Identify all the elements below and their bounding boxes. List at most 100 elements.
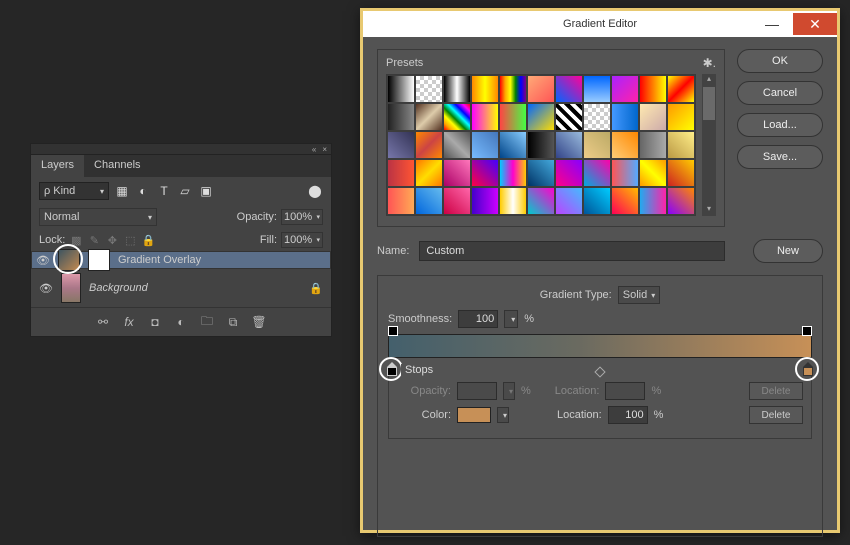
lock-all-icon[interactable]: 🔒 bbox=[141, 233, 155, 247]
presets-scrollbar[interactable]: ▴▾ bbox=[702, 74, 716, 216]
preset-swatch[interactable] bbox=[443, 75, 471, 103]
smoothness-stepper[interactable]: ▾ bbox=[504, 310, 518, 328]
dialog-titlebar[interactable]: Gradient Editor — ✕ bbox=[363, 11, 837, 37]
layer-name[interactable]: Background bbox=[89, 282, 148, 294]
trash-icon[interactable]: 🗑 bbox=[251, 314, 267, 330]
preset-swatch[interactable] bbox=[583, 131, 611, 159]
preset-swatch[interactable] bbox=[415, 103, 443, 131]
preset-swatch[interactable] bbox=[443, 187, 471, 215]
preset-swatch[interactable] bbox=[471, 131, 499, 159]
preset-swatch[interactable] bbox=[499, 159, 527, 187]
layer-row-gradient-overlay[interactable]: 👁 Gradient Overlay bbox=[31, 251, 331, 269]
filter-type-icon[interactable]: T bbox=[156, 183, 172, 199]
filter-kind-select[interactable]: ρKind▾ bbox=[39, 182, 109, 200]
preset-swatch[interactable] bbox=[527, 131, 555, 159]
filter-toggle-icon[interactable]: ⬤ bbox=[307, 183, 323, 199]
close-icon[interactable]: × bbox=[322, 145, 327, 154]
preset-swatch[interactable] bbox=[555, 187, 583, 215]
preset-swatch[interactable] bbox=[471, 159, 499, 187]
opacity-stop-left[interactable] bbox=[388, 326, 398, 336]
preset-swatch[interactable] bbox=[667, 159, 695, 187]
color-stop-right[interactable] bbox=[802, 362, 814, 376]
layer-thumbnail[interactable] bbox=[61, 273, 81, 303]
opacity-stepper[interactable]: ▾ bbox=[503, 382, 515, 400]
preset-swatch[interactable] bbox=[443, 159, 471, 187]
layer-thumbnail[interactable] bbox=[58, 249, 80, 271]
cancel-button[interactable]: Cancel bbox=[737, 81, 823, 105]
preset-swatch[interactable] bbox=[387, 131, 415, 159]
preset-swatch[interactable] bbox=[611, 187, 639, 215]
tab-layers[interactable]: Layers bbox=[31, 155, 84, 177]
new-button[interactable]: New bbox=[753, 239, 823, 263]
preset-swatch[interactable] bbox=[415, 75, 443, 103]
tab-channels[interactable]: Channels bbox=[84, 155, 150, 177]
color-swatch[interactable] bbox=[457, 407, 491, 423]
link-icon[interactable]: ⚯ bbox=[95, 314, 111, 330]
preset-swatch[interactable] bbox=[471, 187, 499, 215]
save-button[interactable]: Save... bbox=[737, 145, 823, 169]
preset-swatch[interactable] bbox=[639, 187, 667, 215]
preset-swatch[interactable] bbox=[611, 103, 639, 131]
lock-pixels-icon[interactable]: ✎ bbox=[87, 233, 101, 247]
preset-swatch[interactable] bbox=[611, 131, 639, 159]
filter-smart-icon[interactable]: ▣ bbox=[198, 183, 214, 199]
preset-swatch[interactable] bbox=[667, 187, 695, 215]
preset-swatch[interactable] bbox=[667, 131, 695, 159]
preset-swatch[interactable] bbox=[415, 187, 443, 215]
preset-swatch[interactable] bbox=[583, 159, 611, 187]
preset-swatch[interactable] bbox=[387, 103, 415, 131]
preset-swatch[interactable] bbox=[583, 75, 611, 103]
layer-row-background[interactable]: 👁 Background 🔒 bbox=[31, 269, 331, 307]
lock-position-icon[interactable]: ✥ bbox=[105, 233, 119, 247]
preset-swatch[interactable] bbox=[387, 75, 415, 103]
preset-swatch[interactable] bbox=[639, 75, 667, 103]
preset-swatch[interactable] bbox=[611, 159, 639, 187]
minimize-button[interactable]: — bbox=[751, 13, 793, 35]
opacity-location-field[interactable] bbox=[605, 382, 645, 400]
preset-swatch[interactable] bbox=[387, 159, 415, 187]
opacity-stop-field[interactable] bbox=[457, 382, 497, 400]
adjustment-icon[interactable]: ◐ bbox=[173, 314, 189, 330]
layer-name[interactable]: Gradient Overlay bbox=[118, 254, 201, 266]
fill-field[interactable]: 100%▾ bbox=[281, 232, 323, 248]
opacity-field[interactable]: 100%▾ bbox=[281, 209, 323, 225]
color-delete-button[interactable]: Delete bbox=[749, 406, 803, 424]
preset-swatch[interactable] bbox=[555, 131, 583, 159]
preset-swatch[interactable] bbox=[639, 131, 667, 159]
visibility-icon[interactable]: 👁 bbox=[36, 254, 50, 267]
color-stepper[interactable]: ▾ bbox=[497, 407, 509, 423]
preset-swatch[interactable] bbox=[499, 131, 527, 159]
layer-mask-thumbnail[interactable] bbox=[88, 249, 110, 271]
close-button[interactable]: ✕ bbox=[793, 13, 837, 35]
load-button[interactable]: Load... bbox=[737, 113, 823, 137]
group-icon[interactable]: 🗀 bbox=[199, 314, 215, 330]
color-location-field[interactable]: 100 bbox=[608, 406, 648, 424]
lock-artboard-icon[interactable]: ⬚ bbox=[123, 233, 137, 247]
presets-menu-icon[interactable]: ✱. bbox=[703, 56, 716, 70]
preset-swatch[interactable] bbox=[667, 75, 695, 103]
preset-swatch[interactable] bbox=[583, 187, 611, 215]
lock-transparency-icon[interactable]: ▩ bbox=[69, 233, 83, 247]
color-stop-left[interactable] bbox=[386, 362, 398, 376]
preset-swatch[interactable] bbox=[555, 75, 583, 103]
opacity-delete-button[interactable]: Delete bbox=[749, 382, 803, 400]
preset-swatch[interactable] bbox=[611, 75, 639, 103]
name-field[interactable]: Custom bbox=[419, 241, 725, 261]
preset-swatch[interactable] bbox=[639, 159, 667, 187]
preset-swatch[interactable] bbox=[583, 103, 611, 131]
preset-swatch[interactable] bbox=[443, 131, 471, 159]
gradient-preview-bar[interactable] bbox=[388, 334, 812, 358]
new-layer-icon[interactable]: ⧉ bbox=[225, 314, 241, 330]
preset-swatch[interactable] bbox=[527, 187, 555, 215]
preset-swatch[interactable] bbox=[499, 75, 527, 103]
preset-swatch[interactable] bbox=[387, 187, 415, 215]
mask-icon[interactable]: ◘ bbox=[147, 314, 163, 330]
filter-adjust-icon[interactable]: ◐ bbox=[135, 183, 151, 199]
smoothness-field[interactable]: 100 bbox=[458, 310, 498, 328]
blend-mode-select[interactable]: Normal▾ bbox=[39, 208, 157, 226]
preset-swatch[interactable] bbox=[471, 103, 499, 131]
fx-icon[interactable]: fx bbox=[121, 314, 137, 330]
preset-swatch[interactable] bbox=[667, 103, 695, 131]
visibility-icon[interactable]: 👁 bbox=[39, 282, 53, 295]
opacity-stop-right[interactable] bbox=[802, 326, 812, 336]
